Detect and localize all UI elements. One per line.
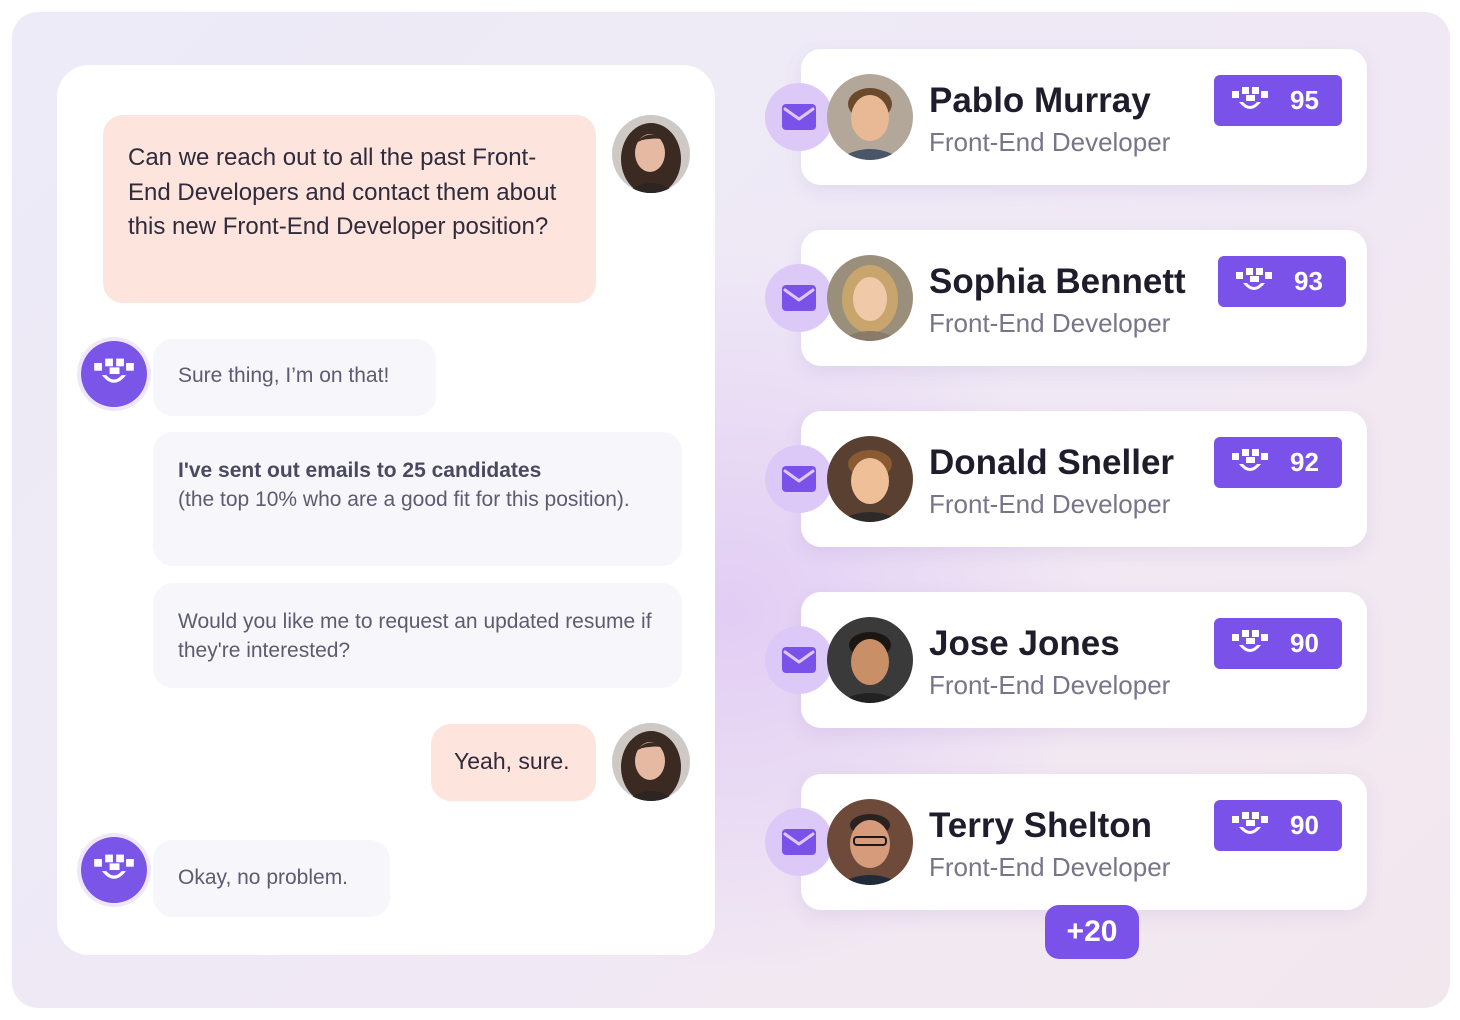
candidate-role: Front-End Developer bbox=[929, 308, 1171, 338]
bot-message: I've sent out emails to 25 candidates (t… bbox=[153, 432, 682, 566]
score-value: 95 bbox=[1290, 85, 1319, 115]
score-badge: 90 bbox=[1214, 618, 1342, 669]
score-value: 92 bbox=[1290, 447, 1319, 477]
score-value: 90 bbox=[1290, 810, 1319, 840]
bot-avatar bbox=[81, 341, 147, 407]
candidate-name: Pablo Murray bbox=[929, 81, 1151, 120]
score-badge: 95 bbox=[1214, 75, 1342, 126]
candidate-photo bbox=[827, 617, 913, 703]
bot-face-icon bbox=[92, 356, 136, 392]
candidate-photo bbox=[827, 799, 913, 885]
bot-message: Would you like me to request an updated … bbox=[153, 583, 682, 688]
envelope-icon bbox=[781, 465, 817, 493]
bot-avatar bbox=[81, 837, 147, 903]
user-message: Yeah, sure. bbox=[431, 724, 596, 801]
bot-face-icon bbox=[1230, 628, 1270, 660]
email-button[interactable] bbox=[765, 626, 833, 694]
score-badge: 92 bbox=[1214, 437, 1342, 488]
envelope-icon bbox=[781, 284, 817, 312]
bot-message-bold: I've sent out emails to 25 candidates bbox=[178, 459, 542, 482]
candidate-photo bbox=[827, 74, 913, 160]
candidate-name: Jose Jones bbox=[929, 624, 1120, 663]
candidate-name: Donald Sneller bbox=[929, 443, 1175, 482]
email-button[interactable] bbox=[765, 83, 833, 151]
score-badge: 93 bbox=[1218, 256, 1346, 307]
user-avatar bbox=[612, 723, 690, 801]
bot-face-icon bbox=[1230, 85, 1270, 117]
score-badge: 90 bbox=[1214, 800, 1342, 851]
bot-face-icon bbox=[1230, 447, 1270, 479]
user-avatar bbox=[612, 115, 690, 193]
envelope-icon bbox=[781, 646, 817, 674]
email-button[interactable] bbox=[765, 264, 833, 332]
candidate-photo bbox=[827, 436, 913, 522]
candidate-name: Sophia Bennett bbox=[929, 262, 1186, 301]
bot-message-text: (the top 10% who are a good fit for this… bbox=[178, 487, 630, 511]
candidate-role: Front-End Developer bbox=[929, 852, 1171, 882]
bot-face-icon bbox=[1230, 810, 1270, 842]
bot-message: Okay, no problem. bbox=[153, 840, 390, 917]
candidate-role: Front-End Developer bbox=[929, 670, 1171, 700]
candidate-name: Terry Shelton bbox=[929, 806, 1153, 845]
score-value: 90 bbox=[1290, 628, 1319, 658]
envelope-icon bbox=[781, 828, 817, 856]
candidate-role: Front-End Developer bbox=[929, 127, 1171, 157]
candidate-photo bbox=[827, 255, 913, 341]
bot-message: Sure thing, I’m on that! bbox=[153, 339, 436, 416]
envelope-icon bbox=[781, 103, 817, 131]
candidate-role: Front-End Developer bbox=[929, 489, 1171, 519]
more-candidates-button[interactable]: +20 bbox=[1045, 905, 1139, 959]
bot-face-icon bbox=[92, 852, 136, 888]
score-value: 93 bbox=[1294, 266, 1323, 296]
user-message: Can we reach out to all the past Front-E… bbox=[103, 115, 596, 303]
email-button[interactable] bbox=[765, 808, 833, 876]
bot-face-icon bbox=[1234, 266, 1274, 298]
email-button[interactable] bbox=[765, 445, 833, 513]
